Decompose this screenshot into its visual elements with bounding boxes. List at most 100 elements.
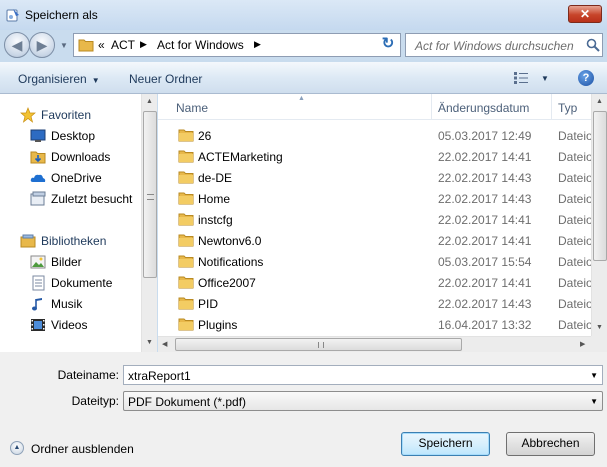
onedrive-icon <box>30 174 46 182</box>
file-row[interactable]: PID 22.02.2017 14:43 Dateio <box>158 293 593 314</box>
file-name: instcfg <box>198 213 233 227</box>
breadcrumb-act[interactable]: ACT <box>111 38 135 52</box>
column-header-name[interactable]: Name <box>176 101 208 115</box>
close-button[interactable]: ✕ <box>568 5 602 23</box>
folder-icon <box>178 171 194 184</box>
navigation-row: ◀ ▶ ▼ « ACT ▶ Act for Windows ▶ ▼ ↻ Act … <box>0 30 607 62</box>
scroll-left-icon[interactable]: ◀ <box>162 340 167 348</box>
chevron-down-icon: ▼ <box>91 76 100 85</box>
file-name: de-DE <box>198 171 233 185</box>
chevron-down-icon: ▼ <box>590 397 598 406</box>
file-type: Dateio <box>558 318 593 332</box>
new-folder-button[interactable]: Neuer Ordner <box>129 72 202 86</box>
filename-value: xtraReport1 <box>128 369 191 383</box>
help-button[interactable]: ? <box>578 70 594 86</box>
organize-button[interactable]: Organisieren ▼ <box>18 72 100 86</box>
file-row[interactable]: Home 22.02.2017 14:43 Dateio <box>158 188 593 209</box>
chevron-down-icon[interactable]: ▼ <box>590 371 598 380</box>
breadcrumb-separator-icon[interactable]: ▶ <box>140 39 147 50</box>
view-dropdown-icon[interactable]: ▼ <box>541 74 549 83</box>
scroll-right-icon[interactable]: ▶ <box>580 340 585 348</box>
file-type: Dateio <box>558 297 593 311</box>
column-header-type[interactable]: Typ <box>558 101 577 115</box>
search-placeholder: Act for Windows durchsuchen <box>415 39 574 53</box>
file-row[interactable]: de-DE 22.02.2017 14:43 Dateio <box>158 167 593 188</box>
save-button[interactable]: Speichern <box>401 432 490 456</box>
address-overflow-button[interactable]: « <box>98 38 105 52</box>
file-type: Dateio <box>558 171 593 185</box>
libraries-icon <box>20 234 36 248</box>
scroll-down-icon[interactable]: ▼ <box>146 339 153 346</box>
command-toolbar: Organisieren ▼ Neuer Ordner ▼ ? <box>0 62 607 94</box>
file-row[interactable]: Newtonv6.0 22.02.2017 14:41 Dateio <box>158 230 593 251</box>
file-list-horizontal-scrollbar[interactable]: ◀ ▶ <box>158 336 591 352</box>
file-row[interactable]: Notifications 05.03.2017 15:54 Dateio <box>158 251 593 272</box>
window-title: Speichern als <box>25 8 98 22</box>
file-row[interactable]: 26 05.03.2017 12:49 Dateio <box>158 125 593 146</box>
scroll-grip <box>147 194 154 200</box>
pictures-icon <box>30 255 46 269</box>
recent-locations-dropdown[interactable]: ▼ <box>60 41 68 50</box>
file-type: Dateio <box>558 213 593 227</box>
scroll-up-icon[interactable]: ▲ <box>146 98 153 105</box>
file-name: ACTEMarketing <box>198 150 283 164</box>
filename-input[interactable]: xtraReport1 ▼ <box>123 365 603 385</box>
back-arrow-icon: ◀ <box>11 37 23 53</box>
file-list: ▲ Name Änderungsdatum Typ 26 05.03.2017 1… <box>158 94 607 352</box>
hide-folders-label[interactable]: Ordner ausblenden <box>31 442 134 456</box>
folder-icon <box>178 297 194 310</box>
file-type: Dateio <box>558 234 593 248</box>
videos-icon <box>31 319 45 331</box>
search-input[interactable]: Act for Windows durchsuchen <box>405 33 603 57</box>
scroll-up-icon[interactable]: ▲ <box>596 98 603 105</box>
file-row[interactable]: instcfg 22.02.2017 14:41 Dateio <box>158 209 593 230</box>
navigation-pane-scrollbar[interactable]: ▲ ▼ <box>141 94 157 352</box>
file-row[interactable]: Office2007 22.02.2017 14:41 Dateio <box>158 272 593 293</box>
folder-icon <box>178 234 194 247</box>
column-header-date[interactable]: Änderungsdatum <box>438 101 529 115</box>
cancel-button[interactable]: Abbrechen <box>506 432 595 456</box>
star-icon <box>20 107 36 123</box>
file-name: Plugins <box>198 318 238 332</box>
filetype-value: PDF Dokument (*.pdf) <box>128 395 247 409</box>
file-row[interactable]: ACTEMarketing 22.02.2017 14:41 Dateio <box>158 146 593 167</box>
organize-label: Organisieren <box>18 72 87 86</box>
scrollbar-thumb[interactable] <box>593 111 607 261</box>
hide-folders-button[interactable]: ▲ <box>10 441 24 455</box>
scroll-down-icon[interactable]: ▼ <box>596 324 603 331</box>
scrollbar-thumb[interactable] <box>143 111 157 278</box>
scroll-grip <box>318 342 324 348</box>
file-date: 05.03.2017 12:49 <box>438 129 532 143</box>
folder-icon <box>178 255 194 268</box>
desktop-icon <box>30 129 46 142</box>
file-type: Dateio <box>558 129 593 143</box>
back-button[interactable]: ◀ <box>4 32 30 58</box>
file-name: PID <box>198 297 219 311</box>
search-icon[interactable] <box>586 38 600 52</box>
column-divider[interactable] <box>551 94 552 120</box>
refresh-button[interactable]: ↻ <box>376 33 400 57</box>
filetype-label: Dateityp: <box>71 394 119 408</box>
filetype-select[interactable]: PDF Dokument (*.pdf) ▼ <box>123 391 603 411</box>
forward-button[interactable]: ▶ <box>29 32 55 58</box>
view-options-icon[interactable] <box>514 72 530 84</box>
filename-label: Dateiname: <box>57 368 119 382</box>
title-bar: Speichern als ✕ <box>0 0 607 30</box>
file-row[interactable]: Plugins 16.04.2017 13:32 Dateio <box>158 314 593 335</box>
scrollbar-thumb[interactable] <box>175 338 462 351</box>
chevron-up-icon: ▲ <box>13 444 21 451</box>
file-name: Notifications <box>198 255 264 269</box>
file-type: Dateio <box>558 150 593 164</box>
file-list-vertical-scrollbar[interactable]: ▲ ▼ <box>591 94 607 336</box>
save-dialog-icon <box>6 9 19 22</box>
save-form: Dateiname: xtraReport1 ▼ Dateityp: PDF D… <box>0 352 607 467</box>
file-date: 05.03.2017 15:54 <box>438 255 532 269</box>
breadcrumb-act-for-windows[interactable]: Act for Windows <box>157 38 244 52</box>
breadcrumb-separator-icon[interactable]: ▶ <box>254 39 261 50</box>
column-divider[interactable] <box>431 94 432 120</box>
file-name: 26 <box>198 129 212 143</box>
address-bar[interactable]: « ACT ▶ Act for Windows ▶ ▼ <box>73 33 425 57</box>
folder-icon <box>178 276 194 289</box>
file-type: Dateio <box>558 255 593 269</box>
music-icon <box>32 298 42 311</box>
